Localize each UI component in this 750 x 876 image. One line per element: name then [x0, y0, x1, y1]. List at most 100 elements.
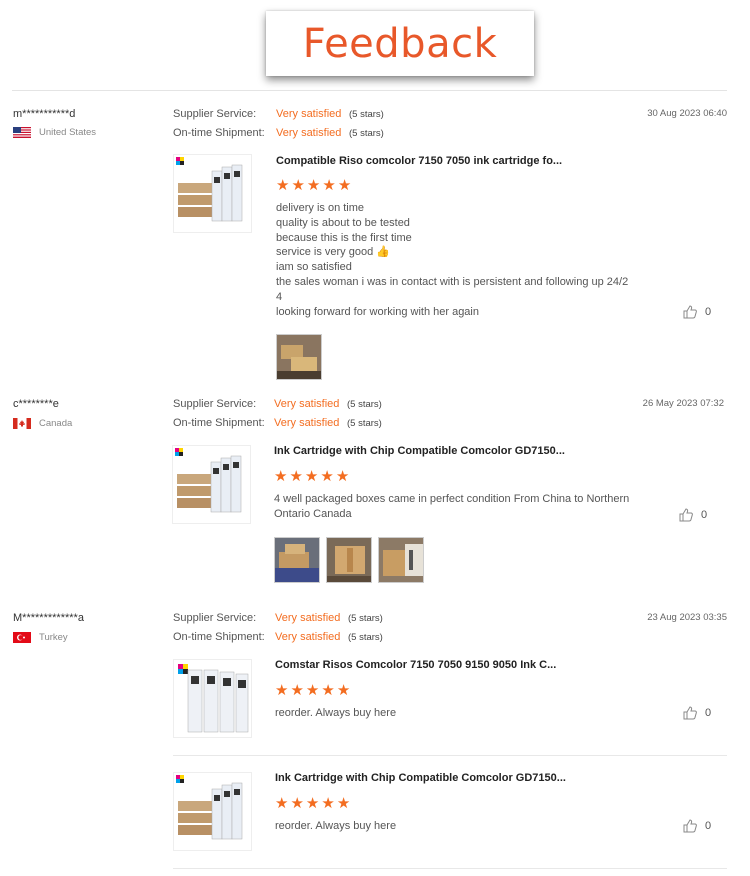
product-rating-stars: ★ ★ ★ ★ ★ — [275, 796, 350, 811]
country-label: United States — [39, 127, 97, 138]
product-thumbnail[interactable] — [173, 659, 252, 738]
reviewer-name: m***********d — [13, 108, 76, 120]
on-time-shipment-label: On-time Shipment: — [173, 417, 265, 429]
supplier-service-rating: Very satisfied — [274, 398, 340, 410]
feedback-banner: Feedback — [266, 11, 534, 76]
review-date: 23 Aug 2023 03:35 — [647, 612, 727, 623]
thumbs-up-icon — [683, 305, 697, 319]
product-rating-stars: ★ ★ ★ ★ ★ — [274, 469, 349, 484]
star-icon: ★ — [305, 795, 320, 812]
star-icon: ★ — [275, 682, 289, 699]
like-count: 0 — [705, 306, 712, 318]
shipment-rating: Very satisfied — [275, 631, 341, 643]
star-icon: ★ — [335, 468, 350, 485]
product-title[interactable]: Ink Cartridge with Chip Compatible Comco… — [274, 445, 565, 457]
star-icon: ★ — [274, 468, 288, 485]
on-time-shipment-label: On-time Shipment: — [173, 631, 265, 643]
reviewer-country: Turkey — [13, 632, 68, 643]
star-icon: ★ — [336, 682, 351, 699]
supplier-service-stars: (5 stars) — [347, 399, 382, 410]
product-title[interactable]: Comstar Risos Comcolor 7150 7050 9150 90… — [275, 659, 556, 671]
review-line: delivery is on time — [276, 202, 365, 214]
review-line: because this is the first time — [276, 231, 412, 244]
review-line: the sales woman i was in contact with is… — [276, 275, 629, 288]
star-icon: ★ — [275, 795, 289, 812]
review-text: delivery is on time quality is about to … — [276, 201, 646, 319]
star-icon: ★ — [291, 177, 305, 194]
supplier-service-label: Supplier Service: — [173, 612, 257, 624]
star-icon: ★ — [289, 468, 303, 485]
review-line: 4 — [276, 290, 283, 303]
turkey-flag-icon — [13, 632, 31, 643]
product-thumbnail[interactable] — [173, 154, 252, 233]
review-photo[interactable] — [378, 537, 424, 583]
supplier-service-rating: Very satisfied — [276, 108, 342, 120]
shipment-rating: Very satisfied — [276, 127, 342, 139]
review-line: reorder. Always buy here — [275, 707, 397, 719]
canada-flag-icon — [13, 418, 31, 429]
supplier-service-rating: Very satisfied — [275, 612, 341, 624]
product-divider — [173, 755, 727, 756]
star-icon: ★ — [336, 795, 351, 812]
divider — [12, 90, 727, 91]
reviewer-name: c********e — [13, 398, 59, 410]
review-date: 30 Aug 2023 06:40 — [647, 108, 727, 119]
review-text: reorder. Always buy here — [275, 706, 645, 721]
reviewer-country: United States — [13, 127, 96, 138]
reviewer-country: Canada — [13, 418, 72, 429]
thumbs-up-icon — [679, 508, 693, 522]
product-title[interactable]: Compatible Riso comcolor 7150 7050 ink c… — [276, 155, 562, 167]
star-icon: ★ — [320, 468, 334, 485]
like-count: 0 — [705, 820, 712, 832]
like-button[interactable]: 0 — [683, 706, 711, 720]
reviewer-name: M*************a — [13, 612, 84, 624]
star-icon: ★ — [276, 177, 290, 194]
like-button[interactable]: 0 — [679, 508, 707, 522]
star-icon: ★ — [306, 177, 321, 194]
like-count: 0 — [705, 707, 712, 719]
supplier-service-stars: (5 stars) — [349, 109, 384, 120]
like-button[interactable]: 0 — [683, 819, 711, 833]
feedback-title: Feedback — [302, 20, 498, 67]
shipment-rating: Very satisfied — [274, 417, 340, 429]
star-icon: ★ — [290, 795, 304, 812]
star-icon: ★ — [321, 795, 335, 812]
review-line: looking forward for working with her aga… — [276, 305, 479, 318]
review-photo[interactable] — [326, 537, 372, 583]
star-icon: ★ — [337, 177, 352, 194]
thumbs-up-icon — [683, 819, 697, 833]
star-icon: ★ — [321, 682, 335, 699]
thumbs-up-icon — [683, 706, 697, 720]
product-divider — [173, 868, 727, 869]
like-count: 0 — [701, 509, 708, 521]
country-label: Turkey — [39, 632, 68, 643]
review-line: quality is about to be tested — [276, 216, 410, 229]
review-text: 4 well packaged boxes came in perfect co… — [274, 492, 644, 522]
supplier-service-stars: (5 stars) — [348, 613, 383, 624]
product-thumbnail[interactable] — [172, 445, 251, 524]
review-photo[interactable] — [276, 334, 322, 380]
review-photo[interactable] — [274, 537, 320, 583]
shipment-stars: (5 stars) — [349, 128, 384, 139]
supplier-service-label: Supplier Service: — [173, 108, 257, 120]
product-rating-stars: ★ ★ ★ ★ ★ — [275, 683, 350, 698]
review-line: 4 well packaged boxes came in perfect co… — [274, 493, 630, 505]
supplier-service-label: Supplier Service: — [173, 398, 257, 410]
review-line: reorder. Always buy here — [275, 820, 397, 832]
star-icon: ★ — [290, 682, 304, 699]
on-time-shipment-label: On-time Shipment: — [173, 127, 265, 139]
star-icon: ★ — [304, 468, 319, 485]
product-thumbnail[interactable] — [173, 772, 252, 851]
review-text: reorder. Always buy here — [275, 819, 645, 834]
shipment-stars: (5 stars) — [347, 418, 382, 429]
shipment-stars: (5 stars) — [348, 632, 383, 643]
like-button[interactable]: 0 — [683, 305, 711, 319]
country-label: Canada — [39, 418, 73, 429]
star-icon: ★ — [305, 682, 320, 699]
review-line: iam so satisfied — [276, 261, 352, 274]
product-title[interactable]: Ink Cartridge with Chip Compatible Comco… — [275, 772, 566, 784]
us-flag-icon — [13, 127, 31, 138]
review-line: Ontario Canada — [274, 507, 352, 520]
review-line: service is very good 👍 — [276, 246, 390, 259]
product-rating-stars: ★ ★ ★ ★ ★ — [276, 178, 351, 193]
